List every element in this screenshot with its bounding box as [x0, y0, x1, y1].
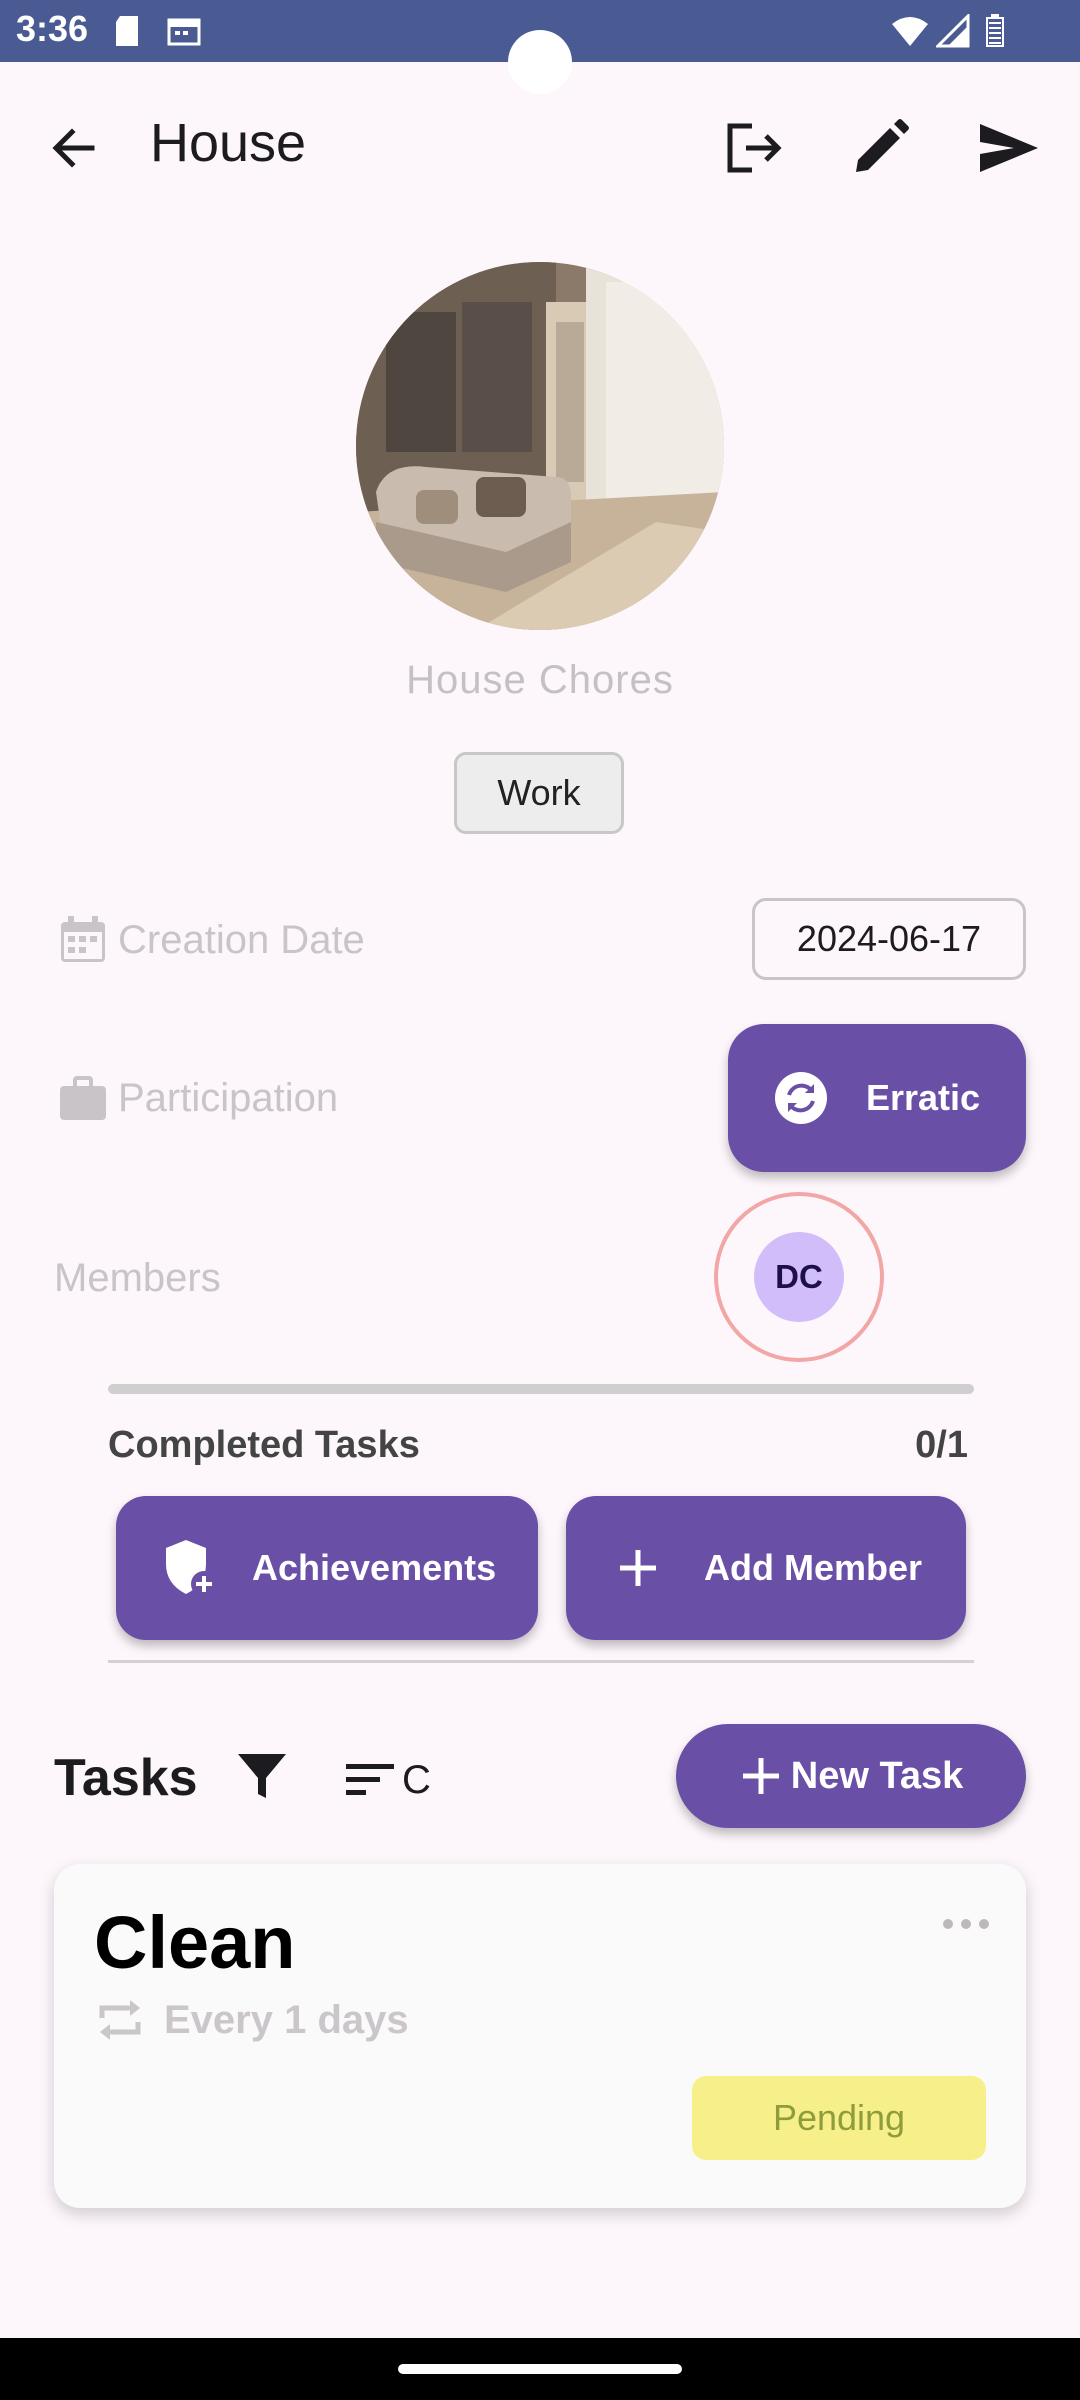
section-divider	[108, 1660, 974, 1663]
status-time: 3:36	[16, 8, 89, 49]
task-repeat-row: Every 1 days	[94, 1994, 409, 2046]
task-card[interactable]: Clean Every 1 days Pending	[54, 1864, 1026, 2208]
sd-card-icon	[116, 16, 138, 46]
filter-icon[interactable]	[234, 1748, 290, 1804]
calendar-icon	[61, 916, 105, 962]
more-horizontal-icon[interactable]	[938, 1904, 994, 1944]
send-icon	[980, 124, 1038, 172]
creation-date-field: 2024-06-17	[752, 898, 1026, 980]
add-member-button[interactable]: Add Member	[566, 1496, 966, 1640]
achievements-button[interactable]: Achievements	[116, 1496, 538, 1640]
task-title: Clean	[94, 1901, 296, 1984]
task-repeat-text: Every 1 days	[164, 1997, 409, 2042]
new-task-button[interactable]: New Task	[676, 1724, 1026, 1828]
signal-icon	[936, 14, 970, 48]
member-avatar[interactable]: DC	[754, 1232, 844, 1322]
creation-date-label: Creation Date	[118, 918, 365, 962]
repeat-icon	[99, 2000, 141, 2040]
completed-tasks-label: Completed Tasks	[108, 1424, 420, 1466]
battery-icon	[986, 14, 1004, 47]
plus-icon	[742, 1758, 779, 1794]
members-label: Members	[54, 1256, 221, 1300]
participation-button[interactable]: Erratic	[728, 1024, 1026, 1172]
briefcase-icon	[60, 1076, 106, 1120]
shield-plus-icon	[166, 1540, 217, 1597]
completed-tasks-count: 0/1	[915, 1424, 968, 1466]
leave-group-button[interactable]	[716, 110, 792, 186]
status-badge[interactable]: Pending	[692, 2076, 986, 2160]
sort-button[interactable]: C	[344, 1752, 431, 1808]
new-task-button-label: New Task	[790, 1754, 964, 1797]
participation-button-label: Erratic	[866, 1077, 981, 1118]
calendar-notification-icon	[167, 18, 201, 46]
back-button[interactable]	[36, 110, 112, 186]
wifi-icon	[892, 17, 928, 46]
arrow-left-icon	[52, 128, 95, 168]
share-button[interactable]	[970, 110, 1046, 186]
category-chip[interactable]: Work	[454, 752, 624, 834]
sort-label: C	[402, 1757, 431, 1802]
group-avatar	[356, 262, 724, 630]
sort-icon	[346, 1764, 394, 1795]
home-indicator[interactable]	[398, 2364, 682, 2374]
participation-label: Participation	[118, 1076, 339, 1120]
pencil-icon	[856, 119, 909, 172]
logout-icon	[727, 123, 782, 173]
completed-tasks-progress-bar	[108, 1384, 974, 1394]
group-description: House Chores	[406, 658, 674, 702]
edit-button[interactable]	[842, 110, 918, 186]
tasks-heading: Tasks	[54, 1749, 198, 1807]
sync-icon	[775, 1072, 827, 1124]
achievements-button-label: Achievements	[252, 1547, 497, 1588]
camera-cutout	[508, 30, 572, 94]
add-member-button-label: Add Member	[704, 1547, 923, 1588]
page-title: House	[150, 113, 307, 173]
plus-icon	[620, 1550, 656, 1586]
